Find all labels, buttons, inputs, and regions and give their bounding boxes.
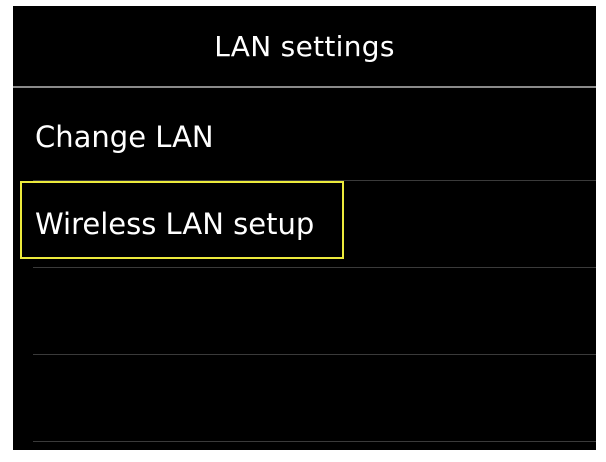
title-divider — [13, 86, 596, 88]
menu-item-wireless-lan-setup[interactable]: Wireless LAN setup — [13, 181, 596, 267]
menu-item-label: Change LAN — [35, 120, 214, 154]
menu-item-empty — [13, 355, 596, 441]
row-divider — [33, 441, 596, 442]
menu-item-change-lan[interactable]: Change LAN — [13, 94, 596, 180]
printer-lcd-screen: LAN settings Change LAN Wireless LAN set… — [13, 6, 596, 450]
menu-item-empty — [13, 268, 596, 354]
menu-item-label: Wireless LAN setup — [35, 207, 315, 241]
page-title: LAN settings — [214, 29, 395, 63]
